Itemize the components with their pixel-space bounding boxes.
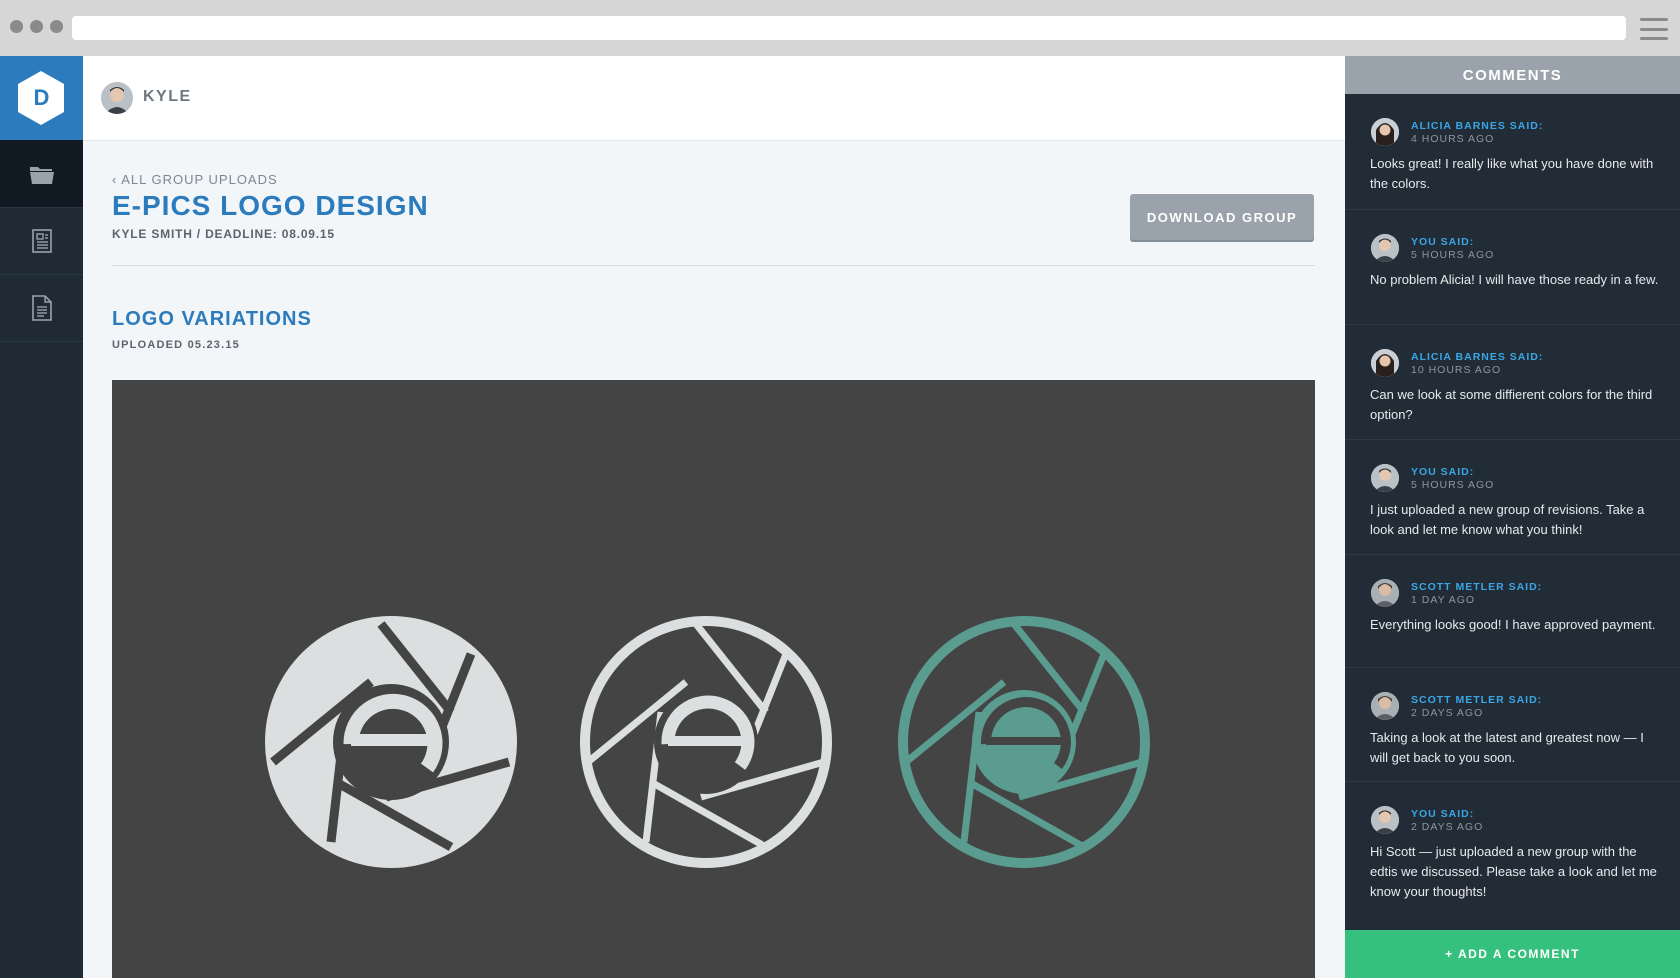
comment-item: ALICIA BARNES SAID: 10 HOURS AGO Can we …: [1345, 325, 1680, 440]
comment-avatar: [1371, 806, 1399, 834]
comment-author: YOU SAID:: [1411, 808, 1475, 820]
browser-chrome: [0, 0, 1680, 56]
comment-author: YOU SAID:: [1411, 236, 1475, 248]
main-content: KYLE ‹ ALL GROUP UPLOADS E-PICS LOGO DES…: [83, 56, 1345, 978]
comment-item: YOU SAID: 2 DAYS AGO Hi Scott — just upl…: [1345, 782, 1680, 922]
comment-avatar: [1371, 464, 1399, 492]
comment-text: Can we look at some diffierent colors fo…: [1370, 387, 1653, 422]
logo-solid-variant: [265, 616, 517, 868]
logo-letter: D: [33, 85, 50, 110]
comment-time: 5 HOURS AGO: [1411, 479, 1495, 491]
user-avatar-icon: [101, 82, 133, 114]
comment-item: SCOTT METLER SAID: 1 DAY AGO Everything …: [1345, 555, 1680, 668]
comment-author: ALICIA BARNES SAID:: [1411, 351, 1544, 363]
window-controls: [10, 20, 63, 33]
logo-teal-variant: [898, 616, 1150, 868]
comment-time: 2 DAYS AGO: [1411, 707, 1484, 719]
comment-item: SCOTT METLER SAID: 2 DAYS AGO Taking a l…: [1345, 668, 1680, 782]
comment-item: YOU SAID: 5 HOURS AGO I just uploaded a …: [1345, 440, 1680, 555]
section-title: LOGO VARIATIONS: [112, 308, 312, 330]
window-maximize-dot[interactable]: [50, 20, 63, 33]
comment-avatar: [1371, 349, 1399, 377]
logo-outline-variant: [580, 616, 832, 868]
avatar-man-icon: [1371, 579, 1399, 607]
comment-author: SCOTT METLER SAID:: [1411, 694, 1543, 706]
comment-time: 5 HOURS AGO: [1411, 249, 1495, 261]
app-logo[interactable]: D: [0, 56, 83, 140]
section-subtitle: UPLOADED 05.23.15: [112, 339, 240, 351]
divider: [112, 265, 1315, 266]
address-bar[interactable]: [72, 16, 1626, 40]
avatar-man-icon: [1371, 692, 1399, 720]
comment-text: Hi Scott — just uploaded a new group wit…: [1370, 844, 1657, 899]
comment-author: ALICIA BARNES SAID:: [1411, 120, 1544, 132]
file-icon: [31, 294, 52, 321]
avatar-woman-icon: [1371, 118, 1399, 146]
add-comment-button[interactable]: + ADD A COMMENT: [1345, 930, 1680, 978]
comment-time: 1 DAY AGO: [1411, 594, 1476, 606]
browser-menu-icon[interactable]: [1640, 18, 1668, 40]
comment-avatar: [1371, 234, 1399, 262]
comment-time: 2 DAYS AGO: [1411, 821, 1484, 833]
page-title: E-PICS LOGO DESIGN: [112, 190, 429, 221]
comment-text: I just uploaded a new group of revisions…: [1370, 502, 1645, 537]
top-bar: KYLE: [83, 56, 1345, 141]
sidebar-item-folders[interactable]: [0, 140, 83, 208]
comment-author: YOU SAID:: [1411, 466, 1475, 478]
avatar-man-icon: [1371, 234, 1399, 262]
comment-item: YOU SAID: 5 HOURS AGO No problem Alicia!…: [1345, 210, 1680, 325]
logo-variations-artwork: [265, 616, 1150, 868]
comment-time: 4 HOURS AGO: [1411, 133, 1495, 145]
comment-item: ALICIA BARNES SAID: 4 HOURS AGO Looks gr…: [1345, 94, 1680, 210]
window-close-dot[interactable]: [10, 20, 23, 33]
comment-avatar: [1371, 692, 1399, 720]
document-icon: [31, 228, 52, 253]
user-avatar[interactable]: [101, 82, 133, 114]
comment-author: SCOTT METLER SAID:: [1411, 581, 1543, 593]
folder-icon: [29, 166, 54, 184]
comment-text: Everything looks good! I have approved p…: [1370, 617, 1656, 632]
download-group-button[interactable]: DOWNLOAD GROUP: [1130, 194, 1314, 240]
comment-text: Looks great! I really like what you have…: [1370, 156, 1654, 191]
user-name[interactable]: KYLE: [143, 88, 192, 106]
sidebar-item-files[interactable]: [0, 274, 83, 342]
avatar-man-icon: [1371, 806, 1399, 834]
comments-header: COMMENTS: [1345, 56, 1680, 94]
left-sidebar: D: [0, 56, 83, 978]
comments-panel: COMMENTS ALICIA BARNES SAID: 4 HOURS AGO…: [1345, 56, 1680, 978]
sidebar-item-documents[interactable]: [0, 207, 83, 275]
page-subtitle: KYLE SMITH / DEADLINE: 08.09.15: [112, 227, 335, 241]
comment-text: Taking a look at the latest and greatest…: [1370, 730, 1644, 765]
avatar-woman-icon: [1371, 349, 1399, 377]
comment-avatar: [1371, 118, 1399, 146]
window-minimize-dot[interactable]: [30, 20, 43, 33]
comment-time: 10 HOURS AGO: [1411, 364, 1502, 376]
upload-preview[interactable]: [112, 380, 1315, 978]
back-link[interactable]: ‹ ALL GROUP UPLOADS: [112, 172, 278, 187]
comment-text: No problem Alicia! I will have those rea…: [1370, 272, 1659, 287]
avatar-man-icon: [1371, 464, 1399, 492]
comment-avatar: [1371, 579, 1399, 607]
